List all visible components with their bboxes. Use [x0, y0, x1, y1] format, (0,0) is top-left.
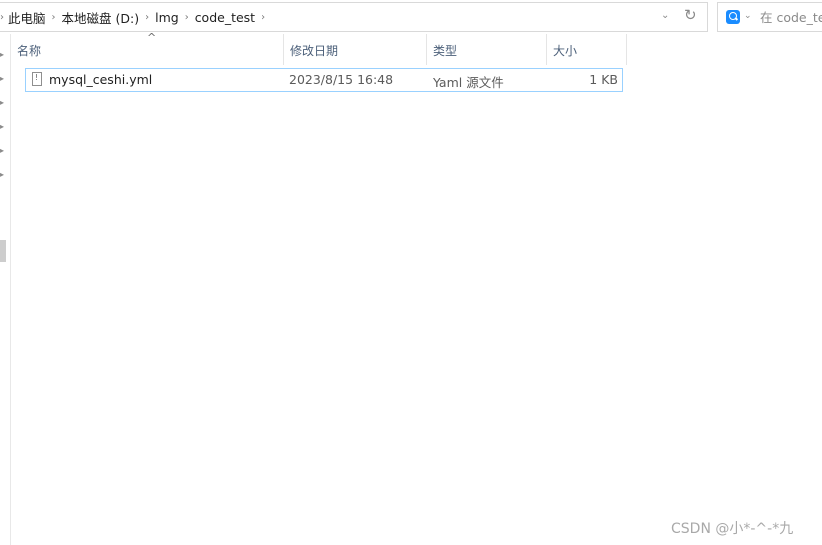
search-icon[interactable]	[726, 10, 740, 24]
search-box[interactable]: ⌄	[717, 2, 822, 32]
column-headers: 名称 ^ 修改日期 类型 大小	[11, 31, 627, 65]
file-date: 2023/8/15 16:48	[289, 72, 394, 87]
column-header-date[interactable]: 修改日期	[284, 34, 427, 65]
watermark: CSDN @小*-^-*九	[671, 521, 794, 537]
column-header-name-label: 名称	[17, 44, 42, 58]
column-header-size-label: 大小	[553, 44, 578, 58]
file-type: Yaml 源文件	[433, 75, 504, 90]
chevron-right-icon[interactable]: ›	[52, 12, 56, 23]
scrollbar-thumb[interactable]	[0, 240, 6, 262]
file-size: 1 KB	[589, 72, 618, 87]
expand-arrow-icon[interactable]: ▸	[0, 122, 4, 131]
expand-arrow-icon[interactable]: ▸	[0, 74, 4, 83]
address-bar[interactable]: › 此电脑 › 本地磁盘 (D:) › lmg › code_test › ⌄ …	[0, 2, 708, 32]
column-header-name[interactable]: 名称 ^	[11, 31, 284, 65]
navigation-pane: ▸ ▸ ▸ ▸ ▸ ▸	[0, 34, 11, 545]
yaml-file-icon	[32, 72, 42, 86]
chevron-right-icon[interactable]: ›	[261, 12, 265, 23]
chevron-down-icon[interactable]: ⌄	[744, 11, 752, 21]
breadcrumb: › 此电脑 › 本地磁盘 (D:) › lmg › code_test ›	[0, 3, 271, 31]
column-header-size[interactable]: 大小	[547, 34, 627, 65]
breadcrumb-this-pc[interactable]: 此电脑	[8, 8, 46, 27]
file-row[interactable]: mysql_ceshi.yml 2023/8/15 16:48 Yaml 源文件…	[25, 68, 623, 92]
refresh-icon[interactable]: ↻	[684, 6, 697, 24]
breadcrumb-local-disk[interactable]: 本地磁盘 (D:)	[62, 8, 140, 27]
file-name: mysql_ceshi.yml	[49, 72, 153, 87]
chevron-right-icon[interactable]: ›	[145, 12, 149, 23]
column-header-type[interactable]: 类型	[427, 34, 547, 65]
column-header-date-label: 修改日期	[290, 44, 339, 58]
chevron-right-icon[interactable]: ›	[185, 12, 189, 23]
chevron-right-icon[interactable]: ›	[0, 12, 4, 23]
sort-ascending-icon: ^	[147, 31, 157, 44]
expand-arrow-icon[interactable]: ▸	[0, 50, 4, 59]
breadcrumb-code-test[interactable]: code_test	[195, 10, 255, 25]
chevron-down-icon[interactable]: ⌄	[661, 10, 669, 21]
expand-arrow-icon[interactable]: ▸	[0, 170, 4, 179]
breadcrumb-lmg[interactable]: lmg	[155, 10, 179, 25]
search-input[interactable]	[760, 8, 822, 26]
column-header-type-label: 类型	[433, 44, 458, 58]
expand-arrow-icon[interactable]: ▸	[0, 98, 4, 107]
expand-arrow-icon[interactable]: ▸	[0, 146, 4, 155]
